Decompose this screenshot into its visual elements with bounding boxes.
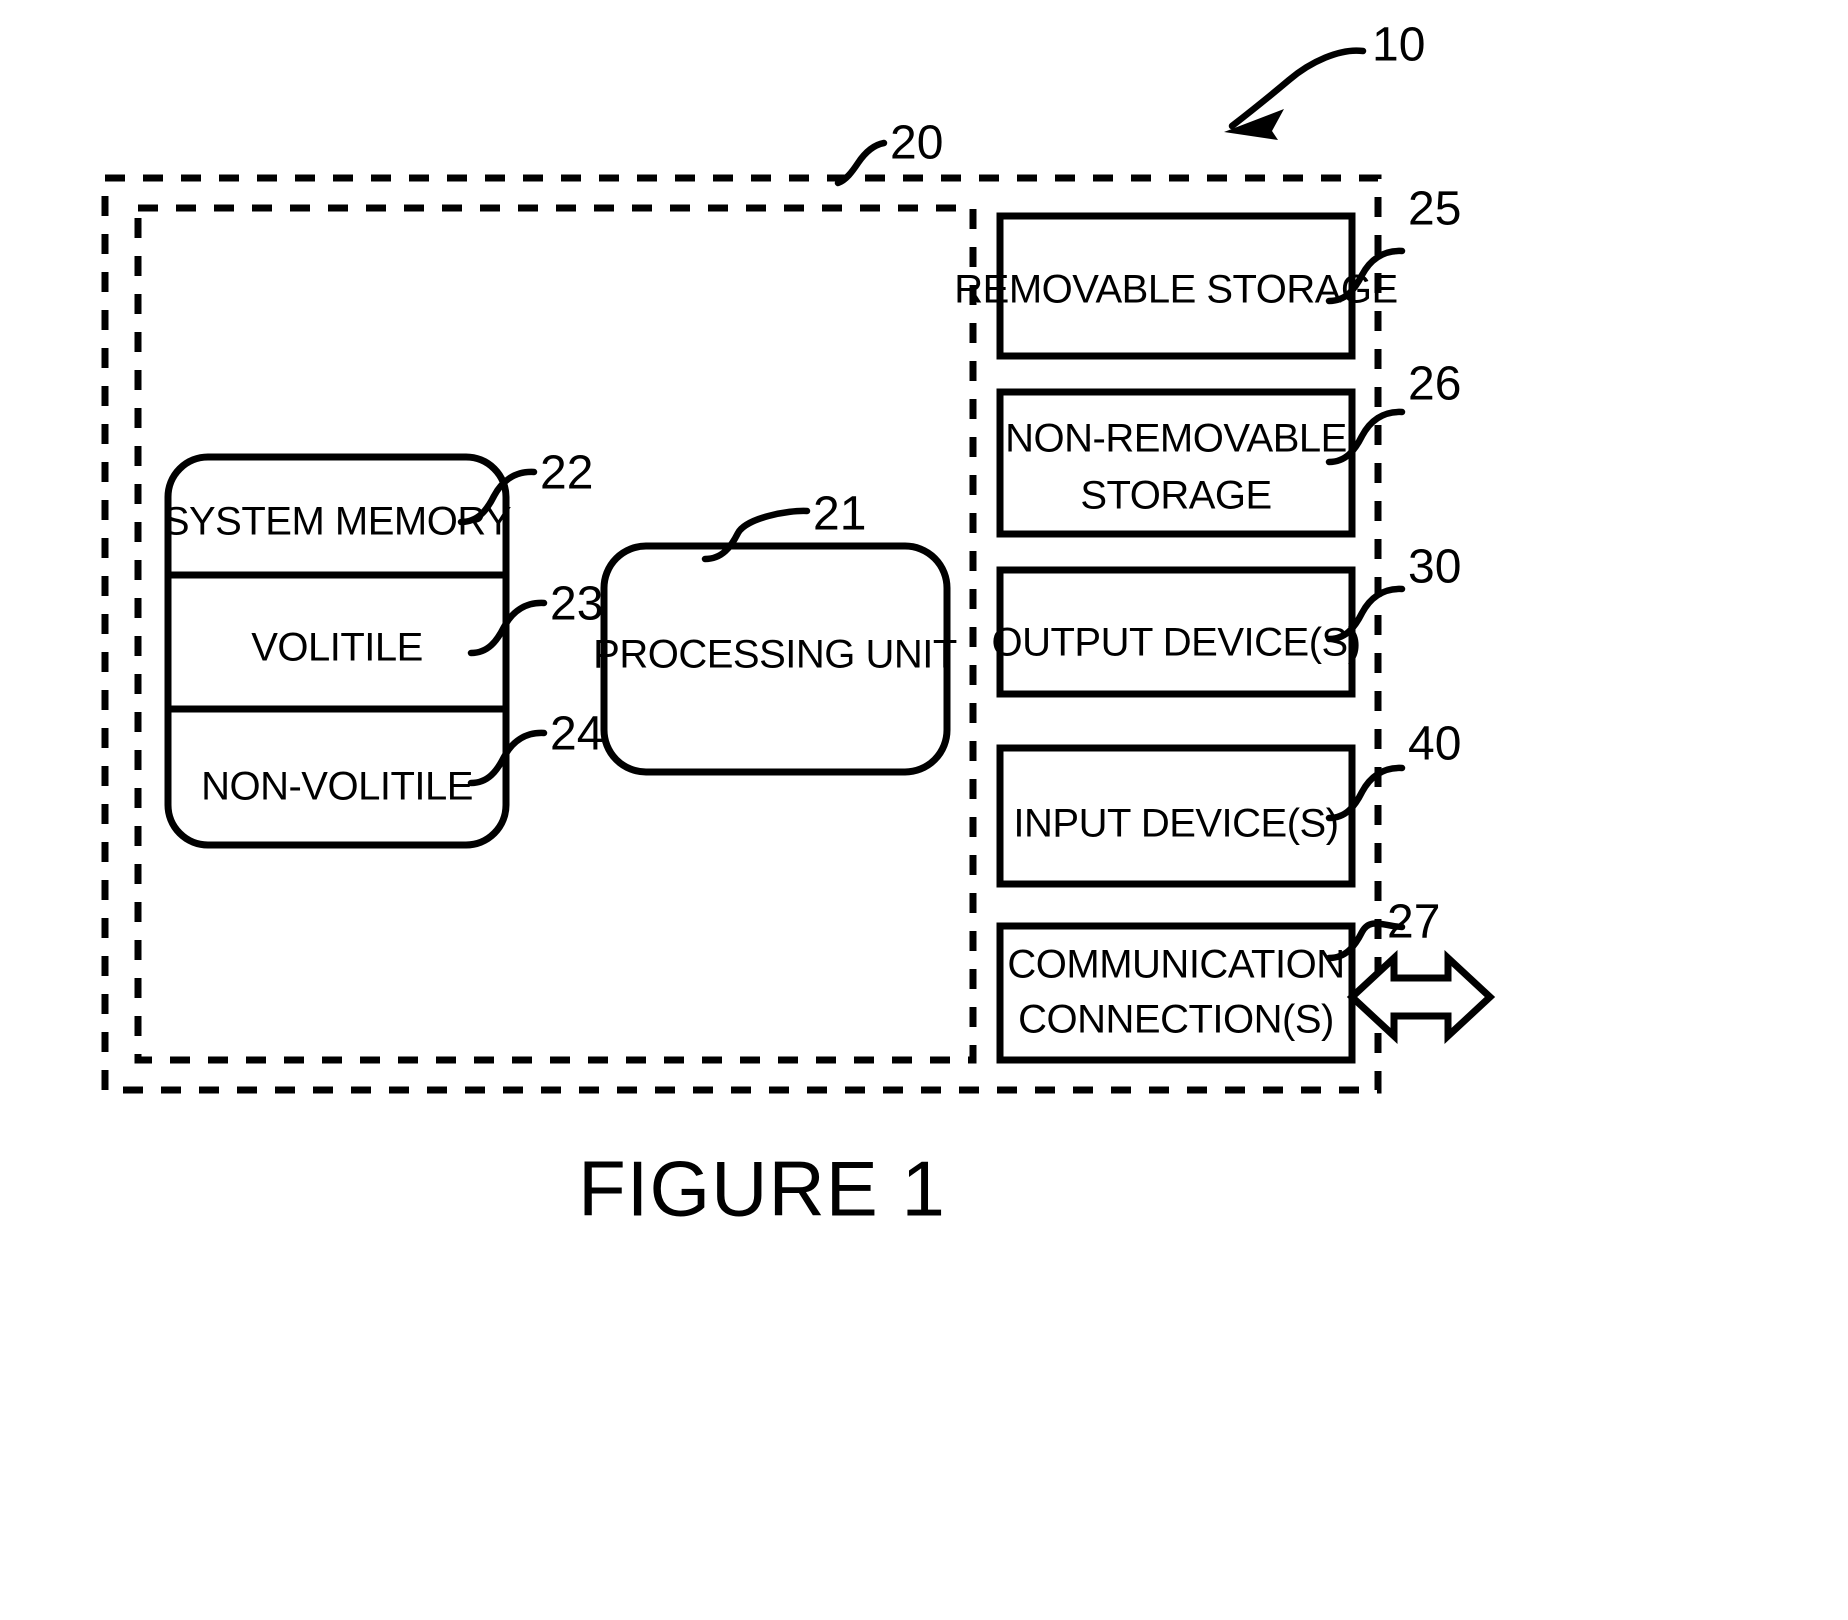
processing-unit-label: PROCESSING UNIT [593, 633, 957, 677]
ref-number-24: 24 [550, 708, 603, 761]
removable-storage-label: REMOVABLE STORAGE [954, 268, 1397, 312]
communication-connections-label-line1: COMMUNICATION [1007, 943, 1344, 987]
ref-number-23: 23 [550, 578, 603, 631]
ref-number-40: 40 [1408, 718, 1461, 771]
non-removable-storage-label-line1: NON-REMOVABLE [1005, 417, 1347, 461]
communication-connections-label-line2: CONNECTION(S) [1018, 998, 1334, 1042]
ref-number-25: 25 [1408, 183, 1461, 236]
ref-number-26: 26 [1408, 358, 1461, 411]
bidirectional-communication-arrow [1346, 949, 1496, 1045]
input-devices-label: INPUT DEVICE(S) [1013, 802, 1338, 846]
non-removable-storage-label-line2: STORAGE [1080, 474, 1271, 518]
ref-number-20: 20 [890, 117, 943, 170]
system-ref-10-pointer [1224, 47, 1367, 140]
patent-figure-1: 10 20 SYSTEM MEMORY VOLITILE NON-VOLITIL… [0, 0, 1848, 1620]
system-ref-leader-line [1228, 47, 1367, 130]
ref-number-27: 27 [1387, 896, 1440, 949]
figure-canvas: 10 20 SYSTEM MEMORY VOLITILE NON-VOLITIL… [101, 19, 1496, 1233]
output-devices-label: OUTPUT DEVICE(S) [991, 621, 1360, 665]
figure-caption: FIGURE 1 [578, 1145, 946, 1233]
ref-number-22: 22 [540, 447, 593, 500]
volatile-memory-label: VOLITILE [251, 626, 423, 670]
ref-number-30: 30 [1408, 541, 1461, 594]
ref-number-10: 10 [1372, 19, 1425, 72]
non-volatile-memory-label: NON-VOLITILE [201, 765, 473, 809]
ref-number-21: 21 [813, 488, 866, 541]
